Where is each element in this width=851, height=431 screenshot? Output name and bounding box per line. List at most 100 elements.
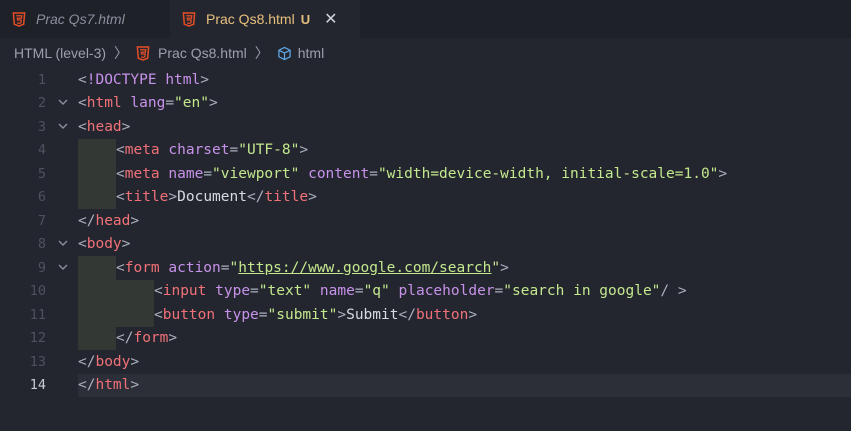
code-line[interactable]: 11 <button type="submit">Submit</button>: [0, 303, 851, 327]
code-token: <: [78, 236, 87, 253]
code-text: </html>: [78, 377, 139, 393]
code-token: >: [337, 306, 347, 323]
code-content: <html lang="en">: [78, 92, 851, 116]
chevron-down-icon[interactable]: [57, 237, 71, 251]
breadcrumb-file[interactable]: Prac Qs8.html: [136, 45, 247, 61]
line-number: 8: [37, 236, 46, 253]
cube-icon: [278, 46, 291, 60]
code-token: Submit: [346, 306, 399, 323]
code-token: >: [168, 330, 178, 347]
code-content: </html>: [78, 373, 851, 397]
code-token: <: [154, 306, 163, 323]
code-line[interactable]: 6 <title>Document</title>: [0, 185, 851, 209]
code-line[interactable]: 2 <html lang="en">: [0, 92, 851, 116]
code-editor[interactable]: 1 <!DOCTYPE html> 2 <html lang="en"> 3 <head>…: [0, 68, 851, 431]
line-number: 13: [29, 353, 46, 370]
breadcrumb-label: Prac Qs8.html: [158, 45, 247, 61]
code-token: title: [264, 189, 309, 206]
code-token: title: [124, 189, 169, 206]
html5-icon: [12, 11, 26, 27]
code-token: =: [203, 165, 213, 182]
code-token: </: [78, 377, 96, 394]
code-token: "viewport": [212, 165, 300, 182]
code-token: html: [95, 377, 131, 394]
code-token: lang: [130, 95, 166, 112]
code-content: <button type="submit">Submit</button>: [78, 303, 851, 327]
code-token: <: [78, 71, 87, 88]
code-content: <input type="text" name="q" placeholder=…: [78, 279, 851, 303]
code-line[interactable]: 10 <input type="text" name="q" placeholde…: [0, 279, 851, 303]
code-token: input: [162, 283, 207, 300]
code-token: head: [86, 118, 122, 135]
code-token: charset: [168, 142, 230, 159]
line-number: 14: [29, 377, 46, 394]
chevron-down-icon[interactable]: [57, 261, 71, 275]
code-content: <form action="https://www.google.com/sea…: [78, 256, 851, 280]
code-token: </: [78, 212, 96, 229]
close-icon[interactable]: ✕: [324, 9, 337, 29]
indent-guide: [116, 279, 154, 303]
line-number: 3: [37, 118, 46, 135]
code-line[interactable]: 1 <!DOCTYPE html>: [0, 68, 851, 92]
line-number: 2: [37, 95, 46, 112]
code-token: Document: [177, 189, 247, 206]
code-text: <title>Document</title>: [116, 189, 317, 205]
code-token: =: [354, 283, 364, 300]
indent-guide: [78, 162, 116, 186]
tab-prac-qs7[interactable]: Prac Qs7.html: [0, 0, 160, 38]
code-token: <: [154, 283, 163, 300]
code-token: "width=device-width, initial-scale=1.0": [377, 165, 719, 182]
code-line[interactable]: 7 </head>: [0, 209, 851, 233]
indent-guide: [78, 256, 116, 280]
code-text: <meta name="viewport" content="width=dev…: [116, 166, 727, 182]
code-token: name: [319, 283, 355, 300]
code-token: <: [78, 118, 87, 135]
code-token: body: [95, 353, 131, 370]
code-line[interactable]: 13 </body>: [0, 350, 851, 374]
code-token: =: [258, 306, 268, 323]
tab-prac-qs8[interactable]: Prac Qs8.html U ✕: [170, 0, 360, 38]
breadcrumb-symbol[interactable]: html: [277, 45, 324, 61]
code-content: </body>: [78, 350, 851, 374]
indent-guide: [116, 303, 154, 327]
code-token: "text": [258, 283, 312, 300]
code-token: >: [121, 118, 131, 135]
code-token: <: [116, 165, 125, 182]
code-line[interactable]: 8 <body>: [0, 233, 851, 257]
tab-bar: Prac Qs7.html Prac Qs8.html U ✕: [0, 0, 851, 38]
code-content: <head>: [78, 115, 851, 139]
code-line[interactable]: 9 <form action="https://www.google.com/se…: [0, 256, 851, 280]
code-text: <head>: [78, 119, 130, 135]
html5-icon: [136, 45, 150, 61]
line-number: 4: [37, 142, 46, 159]
code-token: button: [415, 306, 469, 323]
line-number: 12: [29, 330, 46, 347]
chevron-down-icon[interactable]: [57, 96, 71, 110]
breadcrumb-label: HTML (level-3): [14, 45, 107, 61]
breadcrumb-folder[interactable]: HTML (level-3): [14, 45, 106, 61]
code-line[interactable]: 12 </form>: [0, 326, 851, 350]
code-line[interactable]: 4 <meta charset="UTF-8">: [0, 138, 851, 162]
code-token: action: [168, 259, 221, 276]
code-text: </form>: [116, 330, 177, 346]
code-token: >: [308, 189, 317, 206]
code-token: <: [116, 259, 125, 276]
code-token: </: [246, 189, 265, 206]
code-token: "en": [174, 95, 209, 112]
code-line[interactable]: 14 </html>: [0, 373, 851, 397]
code-text: </head>: [78, 213, 139, 229]
code-line[interactable]: 3 <head>: [0, 115, 851, 139]
code-line[interactable]: 5 <meta name="viewport" content="width=de…: [0, 162, 851, 186]
chevron-down-icon[interactable]: [57, 120, 71, 134]
code-token: meta: [124, 142, 160, 159]
code-token: >: [130, 377, 140, 394]
code-token: =: [220, 259, 230, 276]
code-token: >: [121, 236, 131, 253]
code-token: name: [168, 165, 204, 182]
code-text: </body>: [78, 354, 139, 370]
code-token: form: [133, 330, 169, 347]
code-token: body: [86, 236, 122, 253]
